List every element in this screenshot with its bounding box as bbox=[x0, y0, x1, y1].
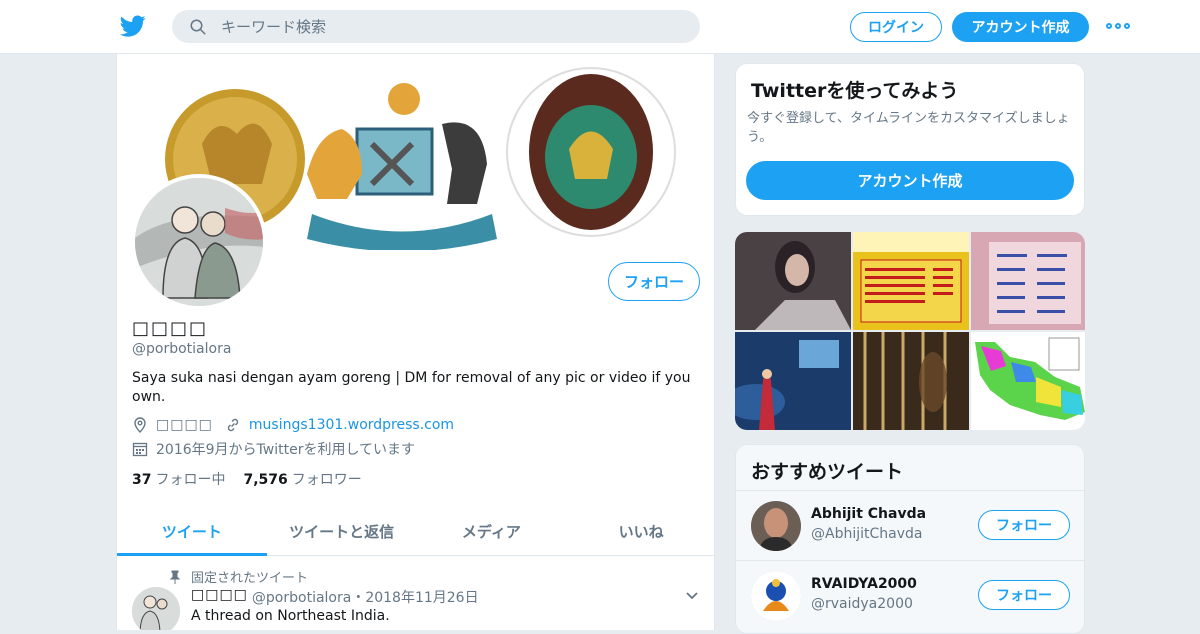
media-thumb-6[interactable] bbox=[971, 332, 1085, 430]
recommended-avatar[interactable] bbox=[751, 501, 801, 551]
calendar-icon bbox=[132, 442, 148, 457]
profile-avatar[interactable] bbox=[131, 174, 267, 310]
tweet-meta: @porbotialora・2018年11月26日 bbox=[251, 590, 479, 606]
link-icon bbox=[227, 418, 239, 432]
follow-button[interactable]: フォロー bbox=[978, 510, 1070, 540]
signup-card-title: Twitterを使ってみよう bbox=[751, 80, 959, 102]
tab-tweets-and-replies[interactable]: ツイートと返信 bbox=[267, 506, 417, 555]
chevron-down-icon[interactable] bbox=[685, 591, 699, 601]
profile-meta-location-website: □□□□ musings1301.wordpress.com bbox=[132, 417, 454, 433]
followers-stat[interactable]: 7,576 フォロワー bbox=[243, 469, 361, 489]
pinned-label: 固定されたツイート bbox=[191, 571, 309, 586]
following-count: 37 bbox=[132, 472, 152, 488]
media-thumb-2[interactable] bbox=[853, 232, 969, 330]
profile-stats: 37 フォロー中 7,576 フォロワー bbox=[132, 469, 362, 489]
follow-button[interactable]: フォロー bbox=[608, 262, 700, 301]
following-stat[interactable]: 37 フォロー中 bbox=[132, 469, 225, 489]
search-box[interactable] bbox=[172, 10, 700, 43]
more-options-icon[interactable] bbox=[1106, 19, 1130, 33]
profile-meta-joined: 2016年9月からTwitterを利用しています bbox=[132, 439, 415, 459]
profile-tabs: ツイート ツイートと返信 メディア いいね bbox=[117, 506, 714, 556]
profile-location: □□□□ bbox=[156, 417, 213, 433]
profile-bio: Saya suka nasi dengan ayam goreng | DM f… bbox=[132, 370, 691, 405]
tab-media[interactable]: メディア bbox=[417, 506, 567, 555]
follow-button[interactable]: フォロー bbox=[978, 580, 1070, 610]
signup-card-button[interactable]: アカウント作成 bbox=[746, 161, 1074, 200]
pin-icon bbox=[169, 570, 181, 584]
tweet-text: A thread on Northeast India. bbox=[191, 608, 390, 624]
media-thumb-5[interactable] bbox=[853, 332, 969, 430]
pinned-indicator: 固定されたツイート bbox=[169, 567, 308, 586]
twitter-bird-icon[interactable] bbox=[119, 13, 147, 39]
profile-name: □□□□ bbox=[132, 318, 209, 339]
profile-handle: @porbotialora bbox=[132, 341, 232, 357]
login-button[interactable]: ログイン bbox=[850, 12, 942, 42]
recommended-name[interactable]: Abhijit Chavda bbox=[811, 506, 926, 522]
tweet-header: □□□□ @porbotialora・2018年11月26日 bbox=[191, 587, 479, 607]
signup-card: Twitterを使ってみよう 今すぐ登録して、タイムラインをカスタマイズしましょ… bbox=[735, 63, 1085, 216]
profile-column: フォロー □□□□ @porbotialora Saya suka nasi d… bbox=[116, 54, 715, 630]
top-bar: ログイン アカウント作成 bbox=[0, 0, 1200, 54]
followers-count: 7,576 bbox=[243, 472, 288, 488]
profile-website-link[interactable]: musings1301.wordpress.com bbox=[249, 417, 454, 433]
profile-joined-date: 2016年9月からTwitterを利用しています bbox=[156, 442, 416, 458]
recommended-title: おすすめツイート bbox=[751, 461, 904, 483]
recommended-handle: @AbhijitChavda bbox=[811, 526, 923, 542]
followers-label: フォロワー bbox=[291, 472, 362, 488]
signup-card-description: 今すぐ登録して、タイムラインをカスタマイズしましょう。 bbox=[747, 111, 1070, 145]
recommended-account[interactable]: Abhijit Chavda @AbhijitChavda フォロー bbox=[736, 490, 1084, 560]
recommended-handle: @rvaidya2000 bbox=[811, 596, 913, 612]
location-pin-icon bbox=[134, 417, 146, 433]
recommended-account[interactable]: RVAIDYA2000 @rvaidya2000 フォロー bbox=[736, 560, 1084, 630]
recommended-accounts: おすすめツイート Abhijit Chavda @AbhijitChavda フ… bbox=[735, 444, 1085, 634]
recommended-name[interactable]: RVAIDYA2000 bbox=[811, 576, 917, 592]
media-thumb-4[interactable] bbox=[735, 332, 851, 430]
tweet-avatar[interactable] bbox=[132, 587, 180, 630]
media-grid bbox=[735, 232, 1085, 430]
tweet-author-name[interactable]: □□□□ bbox=[191, 587, 248, 607]
media-thumb-3[interactable] bbox=[971, 232, 1085, 330]
following-label: フォロー中 bbox=[155, 472, 226, 488]
tab-likes[interactable]: いいね bbox=[566, 506, 714, 555]
recommended-avatar[interactable] bbox=[751, 571, 801, 621]
search-input[interactable] bbox=[221, 17, 681, 36]
media-thumb-1[interactable] bbox=[735, 232, 851, 330]
signup-button[interactable]: アカウント作成 bbox=[952, 12, 1089, 42]
tab-tweets[interactable]: ツイート bbox=[117, 506, 267, 556]
search-icon bbox=[190, 19, 206, 34]
